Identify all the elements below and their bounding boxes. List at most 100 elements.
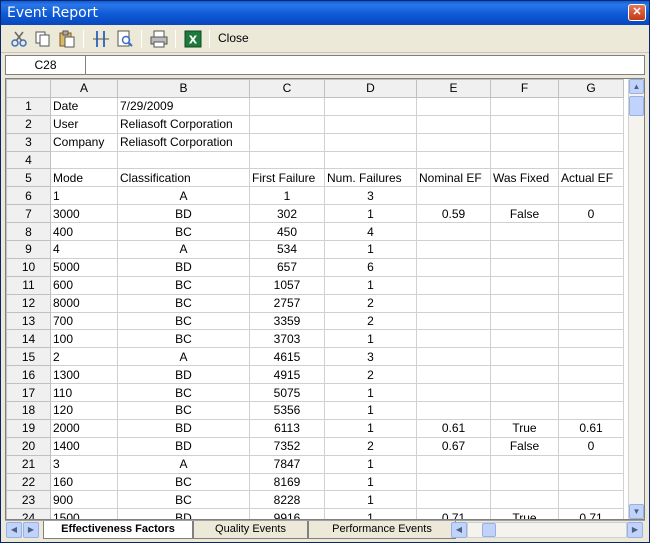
table-cell[interactable]: Reliasoft Corporation xyxy=(117,132,250,152)
scroll-right-arrow-icon[interactable]: ▶ xyxy=(627,522,643,538)
table-cell[interactable]: 3 xyxy=(324,186,417,206)
table-cell[interactable]: 7847 xyxy=(249,454,325,474)
table-cell[interactable] xyxy=(490,275,559,295)
table-cell[interactable] xyxy=(490,114,559,134)
table-cell[interactable] xyxy=(249,132,325,152)
table-cell[interactable] xyxy=(558,257,624,277)
table-cell[interactable]: 450 xyxy=(249,222,325,242)
scroll-left-arrow-icon[interactable]: ◀ xyxy=(451,522,467,538)
table-cell[interactable] xyxy=(416,275,491,295)
table-cell[interactable]: First Failure xyxy=(249,168,325,188)
column-resize-icon[interactable] xyxy=(91,29,111,49)
row-header[interactable]: 22 xyxy=(6,472,51,492)
table-cell[interactable]: 0.71 xyxy=(416,508,491,519)
table-cell[interactable] xyxy=(324,96,417,116)
row-header[interactable]: 4 xyxy=(6,150,51,170)
table-cell[interactable] xyxy=(558,222,624,242)
table-cell[interactable] xyxy=(490,347,559,367)
table-cell[interactable]: BC xyxy=(117,329,250,349)
scroll-down-arrow-icon[interactable]: ▼ xyxy=(629,504,644,519)
table-cell[interactable]: 4615 xyxy=(249,347,325,367)
row-header[interactable]: 6 xyxy=(6,186,51,206)
table-cell[interactable] xyxy=(558,186,624,206)
table-cell[interactable]: 2000 xyxy=(50,418,118,438)
row-header[interactable]: 17 xyxy=(6,383,51,403)
table-cell[interactable]: BD xyxy=(117,365,250,385)
row-header[interactable]: 5 xyxy=(6,168,51,188)
row-header[interactable]: 14 xyxy=(6,329,51,349)
vertical-scrollbar[interactable]: ▲ ▼ xyxy=(628,79,644,519)
table-cell[interactable]: 7352 xyxy=(249,436,325,456)
table-cell[interactable]: 5000 xyxy=(50,257,118,277)
table-cell[interactable] xyxy=(416,293,491,313)
row-header[interactable]: 16 xyxy=(6,365,51,385)
table-cell[interactable] xyxy=(249,114,325,134)
table-cell[interactable]: True xyxy=(490,418,559,438)
table-cell[interactable] xyxy=(558,347,624,367)
table-cell[interactable]: BD xyxy=(117,436,250,456)
tab-scroll-right-icon[interactable]: ▶ xyxy=(23,522,39,538)
print-preview-icon[interactable] xyxy=(115,29,135,49)
table-cell[interactable]: BD xyxy=(117,257,250,277)
table-cell[interactable] xyxy=(490,311,559,331)
table-cell[interactable] xyxy=(558,150,624,170)
table-cell[interactable]: A xyxy=(117,454,250,474)
table-cell[interactable] xyxy=(117,150,250,170)
table-cell[interactable]: 120 xyxy=(50,401,118,420)
table-cell[interactable] xyxy=(490,454,559,474)
table-cell[interactable]: 0.67 xyxy=(416,436,491,456)
table-cell[interactable]: 3359 xyxy=(249,311,325,331)
row-header[interactable]: 21 xyxy=(6,454,51,474)
table-cell[interactable]: 7/29/2009 xyxy=(117,96,250,116)
table-cell[interactable] xyxy=(490,365,559,385)
table-cell[interactable] xyxy=(416,150,491,170)
table-cell[interactable]: 700 xyxy=(50,311,118,331)
table-cell[interactable]: 1300 xyxy=(50,365,118,385)
table-cell[interactable]: 3 xyxy=(50,454,118,474)
column-header[interactable]: F xyxy=(490,79,559,98)
table-cell[interactable] xyxy=(490,150,559,170)
table-cell[interactable]: User xyxy=(50,114,118,134)
table-cell[interactable] xyxy=(558,454,624,474)
table-cell[interactable]: 6 xyxy=(324,257,417,277)
table-cell[interactable]: 6113 xyxy=(249,418,325,438)
table-cell[interactable]: 657 xyxy=(249,257,325,277)
table-cell[interactable]: 1500 xyxy=(50,508,118,519)
table-cell[interactable] xyxy=(416,132,491,152)
select-all-corner[interactable] xyxy=(6,79,51,98)
table-cell[interactable]: False xyxy=(490,436,559,456)
table-cell[interactable] xyxy=(558,132,624,152)
table-cell[interactable]: 110 xyxy=(50,383,118,403)
formula-input[interactable] xyxy=(89,58,639,72)
table-cell[interactable]: 1 xyxy=(324,490,417,510)
table-cell[interactable] xyxy=(558,311,624,331)
table-cell[interactable] xyxy=(416,454,491,474)
table-cell[interactable]: 2 xyxy=(324,293,417,313)
table-cell[interactable]: 2 xyxy=(324,365,417,385)
table-cell[interactable] xyxy=(490,222,559,242)
table-cell[interactable]: 9916 xyxy=(249,508,325,519)
table-cell[interactable] xyxy=(558,472,624,492)
table-cell[interactable]: A xyxy=(117,347,250,367)
table-cell[interactable]: 2 xyxy=(50,347,118,367)
table-cell[interactable]: False xyxy=(490,204,559,224)
table-cell[interactable] xyxy=(416,472,491,492)
column-header[interactable]: A xyxy=(50,79,118,98)
row-header[interactable]: 12 xyxy=(6,293,51,313)
table-cell[interactable] xyxy=(416,383,491,403)
table-cell[interactable]: 1 xyxy=(324,275,417,295)
table-cell[interactable]: 600 xyxy=(50,275,118,295)
row-header[interactable]: 20 xyxy=(6,436,51,456)
table-cell[interactable] xyxy=(558,329,624,349)
table-cell[interactable] xyxy=(416,186,491,206)
table-cell[interactable] xyxy=(416,240,491,259)
cut-icon[interactable] xyxy=(9,29,29,49)
close-button[interactable]: Close xyxy=(218,31,249,45)
vertical-scroll-thumb[interactable] xyxy=(629,96,644,116)
copy-icon[interactable] xyxy=(33,29,53,49)
table-cell[interactable]: 1 xyxy=(50,186,118,206)
table-cell[interactable]: 3 xyxy=(324,347,417,367)
table-cell[interactable] xyxy=(490,401,559,420)
table-cell[interactable]: 3703 xyxy=(249,329,325,349)
table-cell[interactable]: 0 xyxy=(558,436,624,456)
